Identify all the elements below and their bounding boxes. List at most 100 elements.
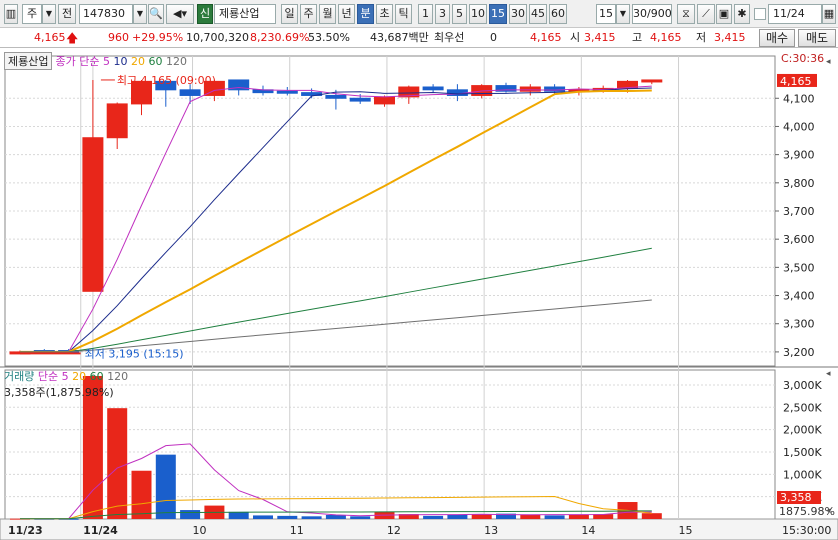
x-axis-end-time: 15:30:00	[782, 524, 831, 537]
volume-bar	[253, 515, 273, 519]
price-tick-label: 3,400	[783, 290, 815, 303]
save-icon[interactable]: ▣	[716, 4, 732, 24]
volume-bar	[568, 514, 589, 519]
volume-tick-label: 2,000K	[783, 424, 822, 437]
open-price: 3,415	[584, 31, 616, 44]
buy-button[interactable]: 매수	[759, 29, 795, 47]
volume-bar	[423, 515, 444, 519]
code-dropdown-icon[interactable]: ▼	[133, 4, 147, 24]
ma60-label: 60	[148, 55, 163, 68]
axis-scroll-icon: ◂	[826, 57, 831, 67]
period-tab-6[interactable]: 틱	[395, 4, 412, 24]
best-value: 0	[490, 31, 497, 44]
market-dropdown-icon[interactable]: ▼	[42, 4, 56, 24]
period-tab-5[interactable]: 초	[376, 4, 393, 24]
interval-tab-3[interactable]: 3	[435, 4, 450, 24]
volume-tick-label: 2,500K	[783, 401, 822, 414]
mode-button[interactable]: 전	[58, 4, 76, 24]
volume-bar	[228, 511, 249, 519]
interval-tab-10[interactable]: 10	[469, 4, 487, 24]
vol-ma120-label: 120	[107, 370, 129, 383]
market-select[interactable]: 주	[22, 4, 42, 24]
date-input[interactable]: 11/24	[768, 4, 822, 24]
candle-body	[374, 96, 395, 105]
search-icon[interactable]: 🔍	[148, 4, 164, 24]
vol-value: 3,358주(1,875.98%)	[4, 386, 114, 399]
interval-tab-45[interactable]: 45	[529, 4, 547, 24]
price-legend: 제룡산업 종가 단순 5 10 20 60 120	[4, 52, 187, 70]
volume-bar	[180, 510, 201, 519]
volume-bar	[544, 515, 565, 519]
volume-bar	[131, 470, 152, 519]
price-tick-label: 3,200	[783, 346, 815, 359]
calendar-icon[interactable]: ▦	[822, 4, 836, 24]
vol-ma60-label: 60	[89, 370, 104, 383]
candle-body	[179, 89, 201, 96]
toolbar: ▥ 주 ▼ 전 147830 ▼ 🔍 ◀▾ 신 제룡산업 15 ▼ 30/900…	[0, 0, 838, 28]
volume-bar	[471, 514, 492, 519]
price-tick-label: 4,100	[783, 92, 815, 105]
count-input[interactable]: 30/900	[632, 4, 672, 24]
ma120-label: 120	[165, 55, 187, 68]
candle-body	[276, 90, 298, 94]
x-axis-label: 14	[581, 524, 595, 537]
best-label: 최우선	[434, 31, 465, 44]
interval-tab-1[interactable]: 1	[418, 4, 433, 24]
layout-icon[interactable]: ▥	[4, 4, 18, 24]
best-price: 4,165	[530, 31, 562, 44]
price-chart[interactable]: 4,100 4,000 3,900 3,800 3,700 3,600 3,500 3,400…	[0, 48, 838, 540]
x-axis-label: 11/24	[83, 524, 118, 537]
sell-button[interactable]: 매도	[798, 29, 836, 47]
candle-type-icon[interactable]: ⧖	[677, 4, 695, 24]
date-checkbox[interactable]	[754, 8, 766, 20]
candle-body	[349, 97, 371, 102]
period-tab-2[interactable]: 월	[319, 4, 336, 24]
x-axis-label: 15	[679, 524, 693, 537]
interval-tab-30[interactable]: 30	[509, 4, 527, 24]
volume-bar	[277, 515, 298, 519]
price-tick-label: 3,300	[783, 318, 815, 331]
volume-rate: 8,230.69%	[250, 31, 310, 44]
volume-ratio: 53.50%	[308, 31, 350, 44]
up-arrow-icon: 🡅	[66, 31, 79, 45]
interval-tab-60[interactable]: 60	[549, 4, 567, 24]
ma20-label: 20	[130, 55, 145, 68]
price-tick-label: 3,700	[783, 205, 815, 218]
interval-tab-15[interactable]: 15	[489, 4, 507, 24]
interval-value-input[interactable]: 15	[596, 4, 616, 24]
volume: 10,700,320	[186, 31, 249, 44]
line-type-icon[interactable]: ⟋	[697, 4, 715, 24]
trade-amount: 43,687백만	[370, 31, 429, 44]
quote-bar: 4,165 🡅 960 +29.95% 10,700,320 8,230.69%…	[0, 28, 838, 48]
period-tab-3[interactable]: 년	[338, 4, 355, 24]
volume-tick-label: 1,000K	[783, 468, 822, 481]
x-axis-label: 11	[290, 524, 304, 537]
price-tick-label: 3,800	[783, 177, 815, 190]
high-price: 4,165	[650, 31, 682, 44]
period-tab-0[interactable]: 일	[281, 4, 298, 24]
volume-bar	[155, 454, 176, 519]
panel-name[interactable]: 제룡산업	[4, 52, 53, 70]
period-tab-1[interactable]: 주	[300, 4, 317, 24]
change-rate: +29.95%	[132, 31, 184, 44]
price-series-label: 종가 단순	[55, 55, 100, 68]
speaker-icon[interactable]: ◀▾	[166, 4, 194, 24]
high-marker-label: 최고 4,165 (09:00)	[117, 74, 216, 87]
low-label: 저	[696, 31, 707, 44]
code-input[interactable]: 147830	[79, 4, 133, 24]
ma10-label: 10	[113, 55, 128, 68]
price-tick-label: 3,900	[783, 149, 815, 162]
current-price: 4,165	[34, 31, 66, 44]
candle-body	[325, 94, 347, 99]
candle-body	[641, 79, 663, 83]
candle-body	[422, 86, 444, 91]
gear-icon[interactable]: ✱	[734, 4, 750, 24]
interval-tab-5[interactable]: 5	[452, 4, 467, 24]
x-axis-bar	[0, 518, 838, 540]
candle-body	[519, 86, 541, 92]
x-axis-label: 11/23	[8, 524, 43, 537]
period-tab-4[interactable]: 분	[357, 4, 374, 24]
interval-dropdown-icon[interactable]: ▼	[616, 4, 630, 24]
volume-tick-label: 3,000K	[783, 379, 822, 392]
axis-scroll-icon: ◂	[826, 506, 831, 516]
